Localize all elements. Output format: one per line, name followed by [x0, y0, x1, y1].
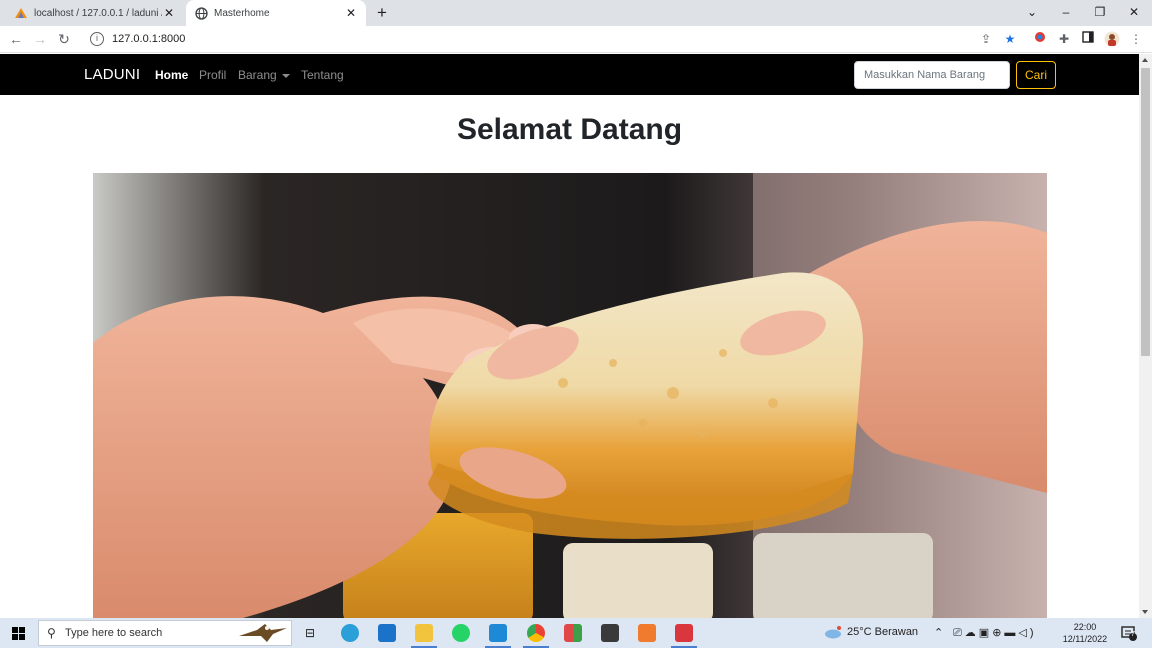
forward-icon[interactable]: →	[31, 30, 49, 48]
winrar-icon[interactable]	[564, 624, 582, 642]
tab-masterhome[interactable]: Masterhome ✕	[186, 0, 366, 26]
tab-title: Masterhome	[214, 7, 270, 19]
tray-overflow-chevron-icon[interactable]: ⌃	[934, 626, 943, 639]
weather-cloud-icon	[824, 626, 842, 644]
nav-profil[interactable]: Profil	[199, 68, 226, 82]
phpmyadmin-icon	[14, 6, 28, 20]
page-title: Selamat Datang	[456, 113, 683, 146]
close-tab-icon[interactable]: ✕	[162, 6, 176, 20]
close-window-button[interactable]: ✕	[1117, 0, 1151, 26]
restore-button[interactable]: ❐	[1083, 0, 1117, 26]
chrome-icon[interactable]	[527, 624, 545, 642]
xampp-icon[interactable]	[638, 624, 656, 642]
reload-icon[interactable]: ↻	[55, 30, 73, 48]
site-navbar: LADUNI Home Profil Barang Tentang Cari	[0, 54, 1139, 95]
sublime-text-icon[interactable]	[601, 624, 619, 642]
tab-phpmyadmin[interactable]: localhost / 127.0.0.1 / laduni / pr ✕	[6, 0, 184, 26]
task-view-icon[interactable]: ⊟	[305, 626, 315, 640]
search-button[interactable]: Cari	[1016, 61, 1056, 89]
profile-avatar-icon[interactable]	[1104, 31, 1120, 47]
whatsapp-icon[interactable]	[452, 624, 470, 642]
scrollbar-thumb[interactable]	[1141, 68, 1150, 356]
page-scrollbar[interactable]	[1139, 54, 1152, 618]
hero-photo-illustration	[93, 173, 1047, 618]
clock-time: 22:00	[1073, 622, 1097, 632]
extension-icon[interactable]	[1032, 31, 1048, 47]
scroll-up-icon[interactable]	[1142, 58, 1148, 62]
windows-start-icon[interactable]	[12, 627, 25, 645]
url-text: 127.0.0.1:8000	[112, 33, 186, 45]
tray-icons[interactable]: ⎚☁▣⊕▬◁)	[953, 626, 1037, 640]
honeycomb-image	[93, 173, 1047, 618]
browser-tab-strip: localhost / 127.0.0.1 / laduni / pr ✕ Ma…	[0, 0, 1152, 26]
file-explorer-icon[interactable]	[415, 624, 433, 642]
site-info-icon[interactable]: i	[90, 32, 104, 46]
vivaldi-icon[interactable]	[675, 624, 693, 642]
address-bar-row: ← → ↻ i 127.0.0.1:8000 ⇪ ★ ✚ ⋮	[0, 26, 1152, 53]
nav-home[interactable]: Home	[155, 68, 188, 82]
tab-search-icon[interactable]: ⌄	[1015, 0, 1049, 26]
back-icon[interactable]: ←	[7, 30, 25, 48]
eagle-icon	[239, 624, 287, 642]
bookmark-star-icon[interactable]: ★	[1002, 31, 1018, 47]
brand-logo[interactable]: LADUNI	[84, 66, 140, 83]
omnibox[interactable]: i 127.0.0.1:8000	[82, 28, 1132, 50]
globe-icon	[194, 6, 208, 20]
minimize-button[interactable]: –	[1049, 0, 1083, 26]
notification-center-icon[interactable]: 7	[1121, 625, 1137, 641]
taskbar-search-box[interactable]: ⚲ Type here to search	[38, 620, 292, 646]
mail-icon[interactable]	[378, 624, 396, 642]
nav-tentang[interactable]: Tentang	[301, 68, 344, 82]
clock-date: 12/11/2022	[1062, 634, 1108, 644]
system-clock[interactable]: 22:00 12/11/2022	[1058, 621, 1112, 645]
caret-down-icon	[281, 73, 290, 78]
notification-count: 7	[1131, 631, 1135, 638]
scroll-down-icon[interactable]	[1142, 610, 1148, 614]
tab-title: localhost / 127.0.0.1 / laduni / pr	[34, 7, 162, 19]
close-tab-icon[interactable]: ✕	[344, 6, 358, 20]
browser-menu-icon[interactable]: ⋮	[1128, 31, 1144, 47]
nav-barang-dropdown[interactable]: Barang	[238, 68, 290, 82]
side-panel-icon[interactable]	[1080, 31, 1096, 47]
vscode-icon[interactable]	[489, 624, 507, 642]
weather-text[interactable]: 25°C Berawan	[847, 626, 918, 638]
share-icon[interactable]: ⇪	[978, 31, 994, 47]
puzzle-icon[interactable]: ✚	[1056, 31, 1072, 47]
new-tab-button[interactable]: +	[372, 3, 392, 23]
telegram-icon[interactable]	[341, 624, 359, 642]
windows-taskbar: ⚲ Type here to search ⊟ 25°C Berawan ⌃ ⎚…	[0, 618, 1152, 648]
taskbar-search-placeholder: Type here to search	[65, 627, 163, 639]
search-input[interactable]	[854, 61, 1010, 89]
search-icon: ⚲	[47, 626, 56, 640]
nav-barang-label: Barang	[238, 68, 277, 82]
